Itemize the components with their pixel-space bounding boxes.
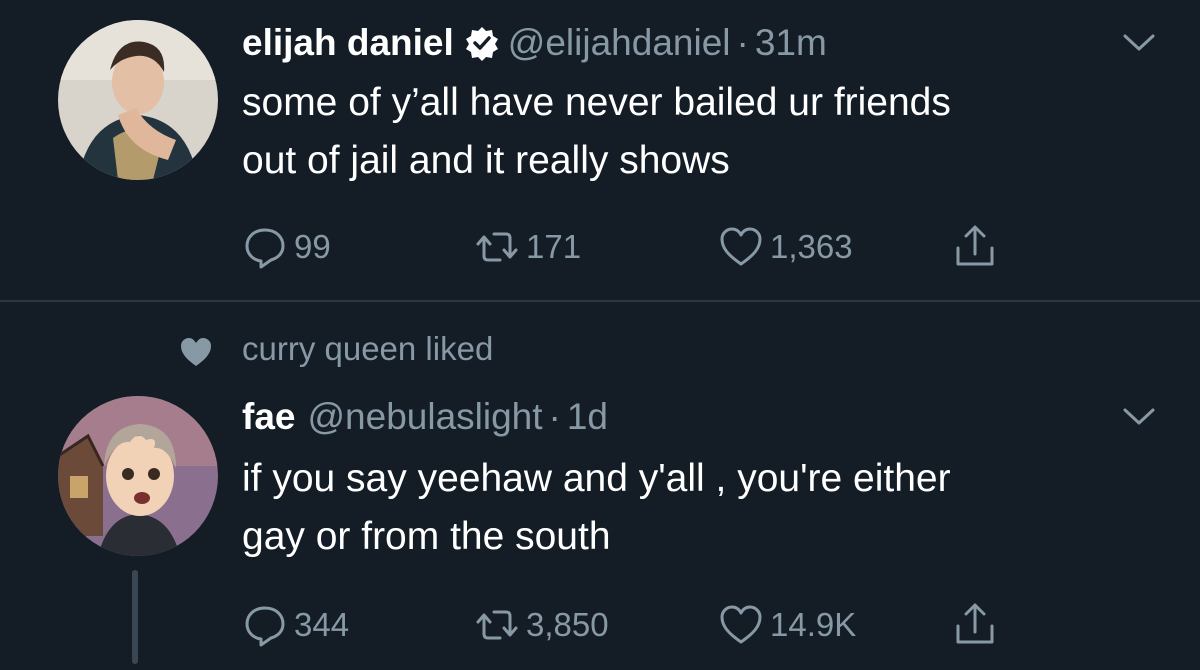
timestamp[interactable]: 1d xyxy=(567,396,608,438)
tweet-text: some of y’all have never bailed ur frien… xyxy=(242,74,1142,190)
retweet-count: 3,850 xyxy=(526,606,609,643)
like-button[interactable]: 1,363 xyxy=(718,224,853,270)
reply-button[interactable]: 99 xyxy=(242,224,331,270)
tweet-header: fae @nebulaslight · 1d xyxy=(242,394,608,440)
verified-badge-icon xyxy=(464,25,500,61)
share-button[interactable] xyxy=(952,224,1004,270)
avatar[interactable] xyxy=(58,396,218,556)
handle[interactable]: @nebulaslight xyxy=(307,396,542,438)
tweet-text-line: some of y’all have never bailed ur frien… xyxy=(242,81,951,124)
reply-icon xyxy=(245,228,285,269)
tweet-actions: 99 171 1,363 xyxy=(242,224,1042,272)
like-count: 1,363 xyxy=(770,228,853,265)
heart-filled-icon xyxy=(181,338,211,366)
tweet-text-line: if you say yeehaw and y'all , you're eit… xyxy=(242,457,951,500)
like-icon xyxy=(720,227,762,266)
avatar[interactable] xyxy=(58,20,218,180)
retweet-icon xyxy=(476,232,518,262)
separator-dot: · xyxy=(548,396,561,437)
avatar-photo-fae xyxy=(58,396,218,556)
retweet-button[interactable]: 3,850 xyxy=(474,602,609,648)
display-name[interactable]: elijah daniel xyxy=(242,22,454,64)
tweet-text-line: out of jail and it really shows xyxy=(242,139,730,182)
like-count: 14.9K xyxy=(770,606,857,643)
reply-count: 99 xyxy=(294,228,331,265)
chevron-down-icon[interactable] xyxy=(1122,32,1156,54)
tweet-text: if you say yeehaw and y'all , you're eit… xyxy=(242,450,1142,566)
reply-icon xyxy=(245,606,285,647)
thread-connector xyxy=(132,570,138,664)
tweet-1[interactable]: elijah daniel @elijahdaniel · 31m some o… xyxy=(0,0,1200,300)
social-context[interactable]: curry queen liked xyxy=(242,330,493,368)
separator-dot: · xyxy=(736,22,749,63)
display-name[interactable]: fae xyxy=(242,396,295,438)
tweet-2[interactable]: curry queen liked fae @nebulaslight · 1d… xyxy=(0,302,1200,670)
tweet-header: elijah daniel @elijahdaniel · 31m xyxy=(242,20,827,66)
tweet-actions: 344 3,850 14.9K xyxy=(242,602,1042,650)
handle[interactable]: @elijahdaniel xyxy=(508,22,731,64)
share-icon xyxy=(956,225,994,266)
reply-button[interactable]: 344 xyxy=(242,602,349,648)
share-icon xyxy=(956,603,994,644)
retweet-icon xyxy=(476,610,518,640)
like-icon xyxy=(720,605,762,644)
like-button[interactable]: 14.9K xyxy=(718,602,856,648)
chevron-down-icon[interactable] xyxy=(1122,406,1156,428)
retweet-button[interactable]: 171 xyxy=(474,224,581,270)
timestamp[interactable]: 31m xyxy=(755,22,827,64)
retweet-count: 171 xyxy=(526,228,582,265)
avatar-photo-elijah xyxy=(58,20,218,180)
share-button[interactable] xyxy=(952,602,1004,648)
tweet-text-line: gay or from the south xyxy=(242,515,611,558)
reply-count: 344 xyxy=(294,606,350,643)
